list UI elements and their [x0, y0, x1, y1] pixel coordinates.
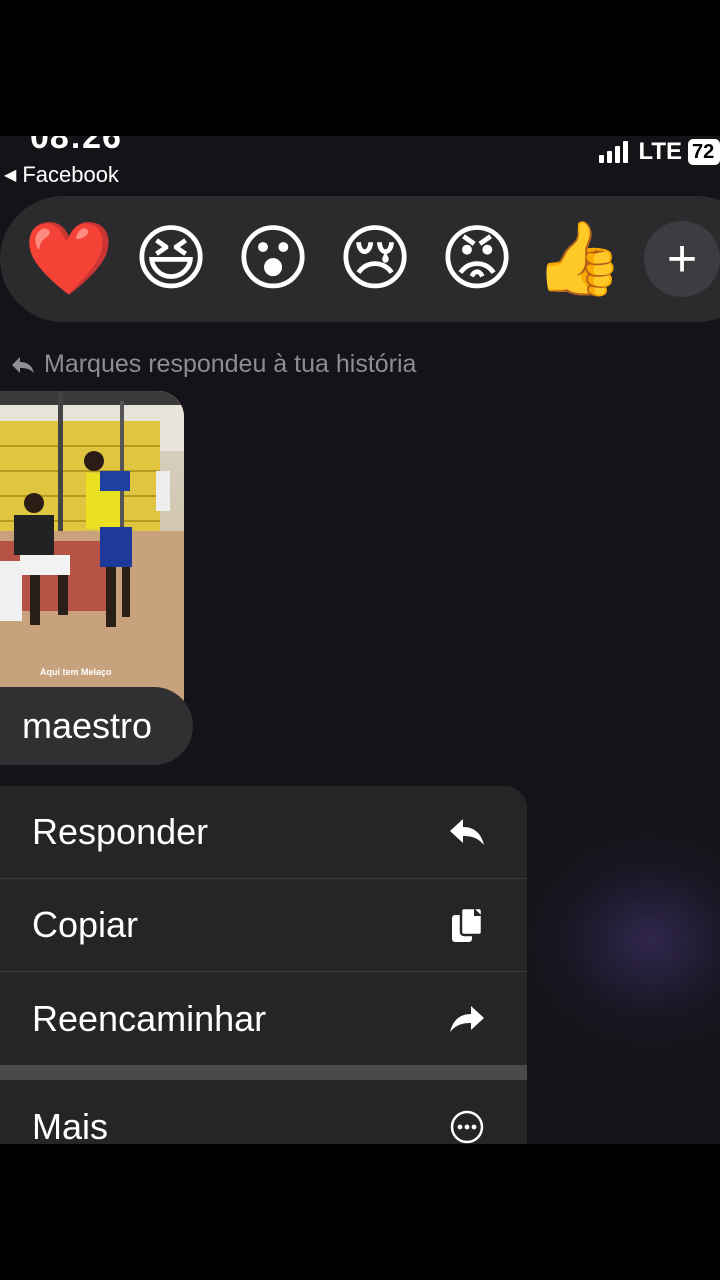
message-bubble[interactable]: maestro — [0, 687, 193, 765]
menu-item-label: Responder — [32, 811, 209, 852]
reaction-crying-icon[interactable]: 😢 — [324, 208, 426, 310]
status-bar-right: LTE 72 — [599, 138, 720, 166]
back-to-app-link[interactable]: ◀ Facebook — [4, 162, 119, 188]
menu-item-label: Mais — [32, 1105, 109, 1145]
story-caption: Aqui tem Melaço — [40, 667, 112, 677]
story-thumbnail[interactable]: Aqui tem Melaço — [0, 391, 184, 701]
background-glow — [520, 826, 720, 1056]
screen: 08:26 LTE 72 ◀ Facebook ❤️ 😆 😮 😢 😡 👍 + M… — [0, 136, 720, 1144]
reaction-laughing-icon[interactable]: 😆 — [120, 208, 222, 310]
back-link-label: Facebook — [22, 162, 119, 187]
menu-item-forward[interactable]: Reencaminhar — [0, 972, 527, 1065]
status-time: 08:26 — [30, 136, 122, 156]
menu-item-more[interactable]: Mais — [0, 1080, 527, 1144]
menu-item-label: Copiar — [32, 904, 139, 945]
context-menu: Responder Copiar Reencaminhar Mais — [0, 786, 527, 1144]
reaction-heart-icon[interactable]: ❤️ — [18, 208, 120, 310]
reaction-thumbs-up-icon[interactable]: 👍 — [528, 208, 630, 310]
forward-icon — [447, 999, 487, 1039]
story-photo — [0, 391, 184, 701]
menu-separator — [0, 1065, 527, 1080]
reaction-bar: ❤️ 😆 😮 😢 😡 👍 + — [0, 196, 720, 322]
reaction-angry-icon[interactable]: 😡 — [426, 208, 528, 310]
copy-icon — [447, 905, 487, 945]
menu-item-label: Reencaminhar — [32, 997, 267, 1039]
battery-indicator: 72 — [688, 139, 720, 165]
reply-note-text: Marques respondeu à tua história — [44, 350, 417, 378]
back-triangle-icon: ◀ — [4, 167, 17, 184]
reply-icon — [447, 812, 487, 852]
menu-item-copy[interactable]: Copiar — [0, 879, 527, 972]
reply-arrow-icon — [12, 356, 34, 373]
more-reactions-button[interactable]: + — [644, 221, 720, 297]
story-reply-note: Marques respondeu à tua história — [10, 350, 416, 379]
network-label: LTE — [638, 138, 682, 165]
signal-icon — [599, 141, 629, 163]
more-icon — [447, 1107, 487, 1145]
menu-item-reply[interactable]: Responder — [0, 786, 527, 879]
reaction-surprised-icon[interactable]: 😮 — [222, 208, 324, 310]
